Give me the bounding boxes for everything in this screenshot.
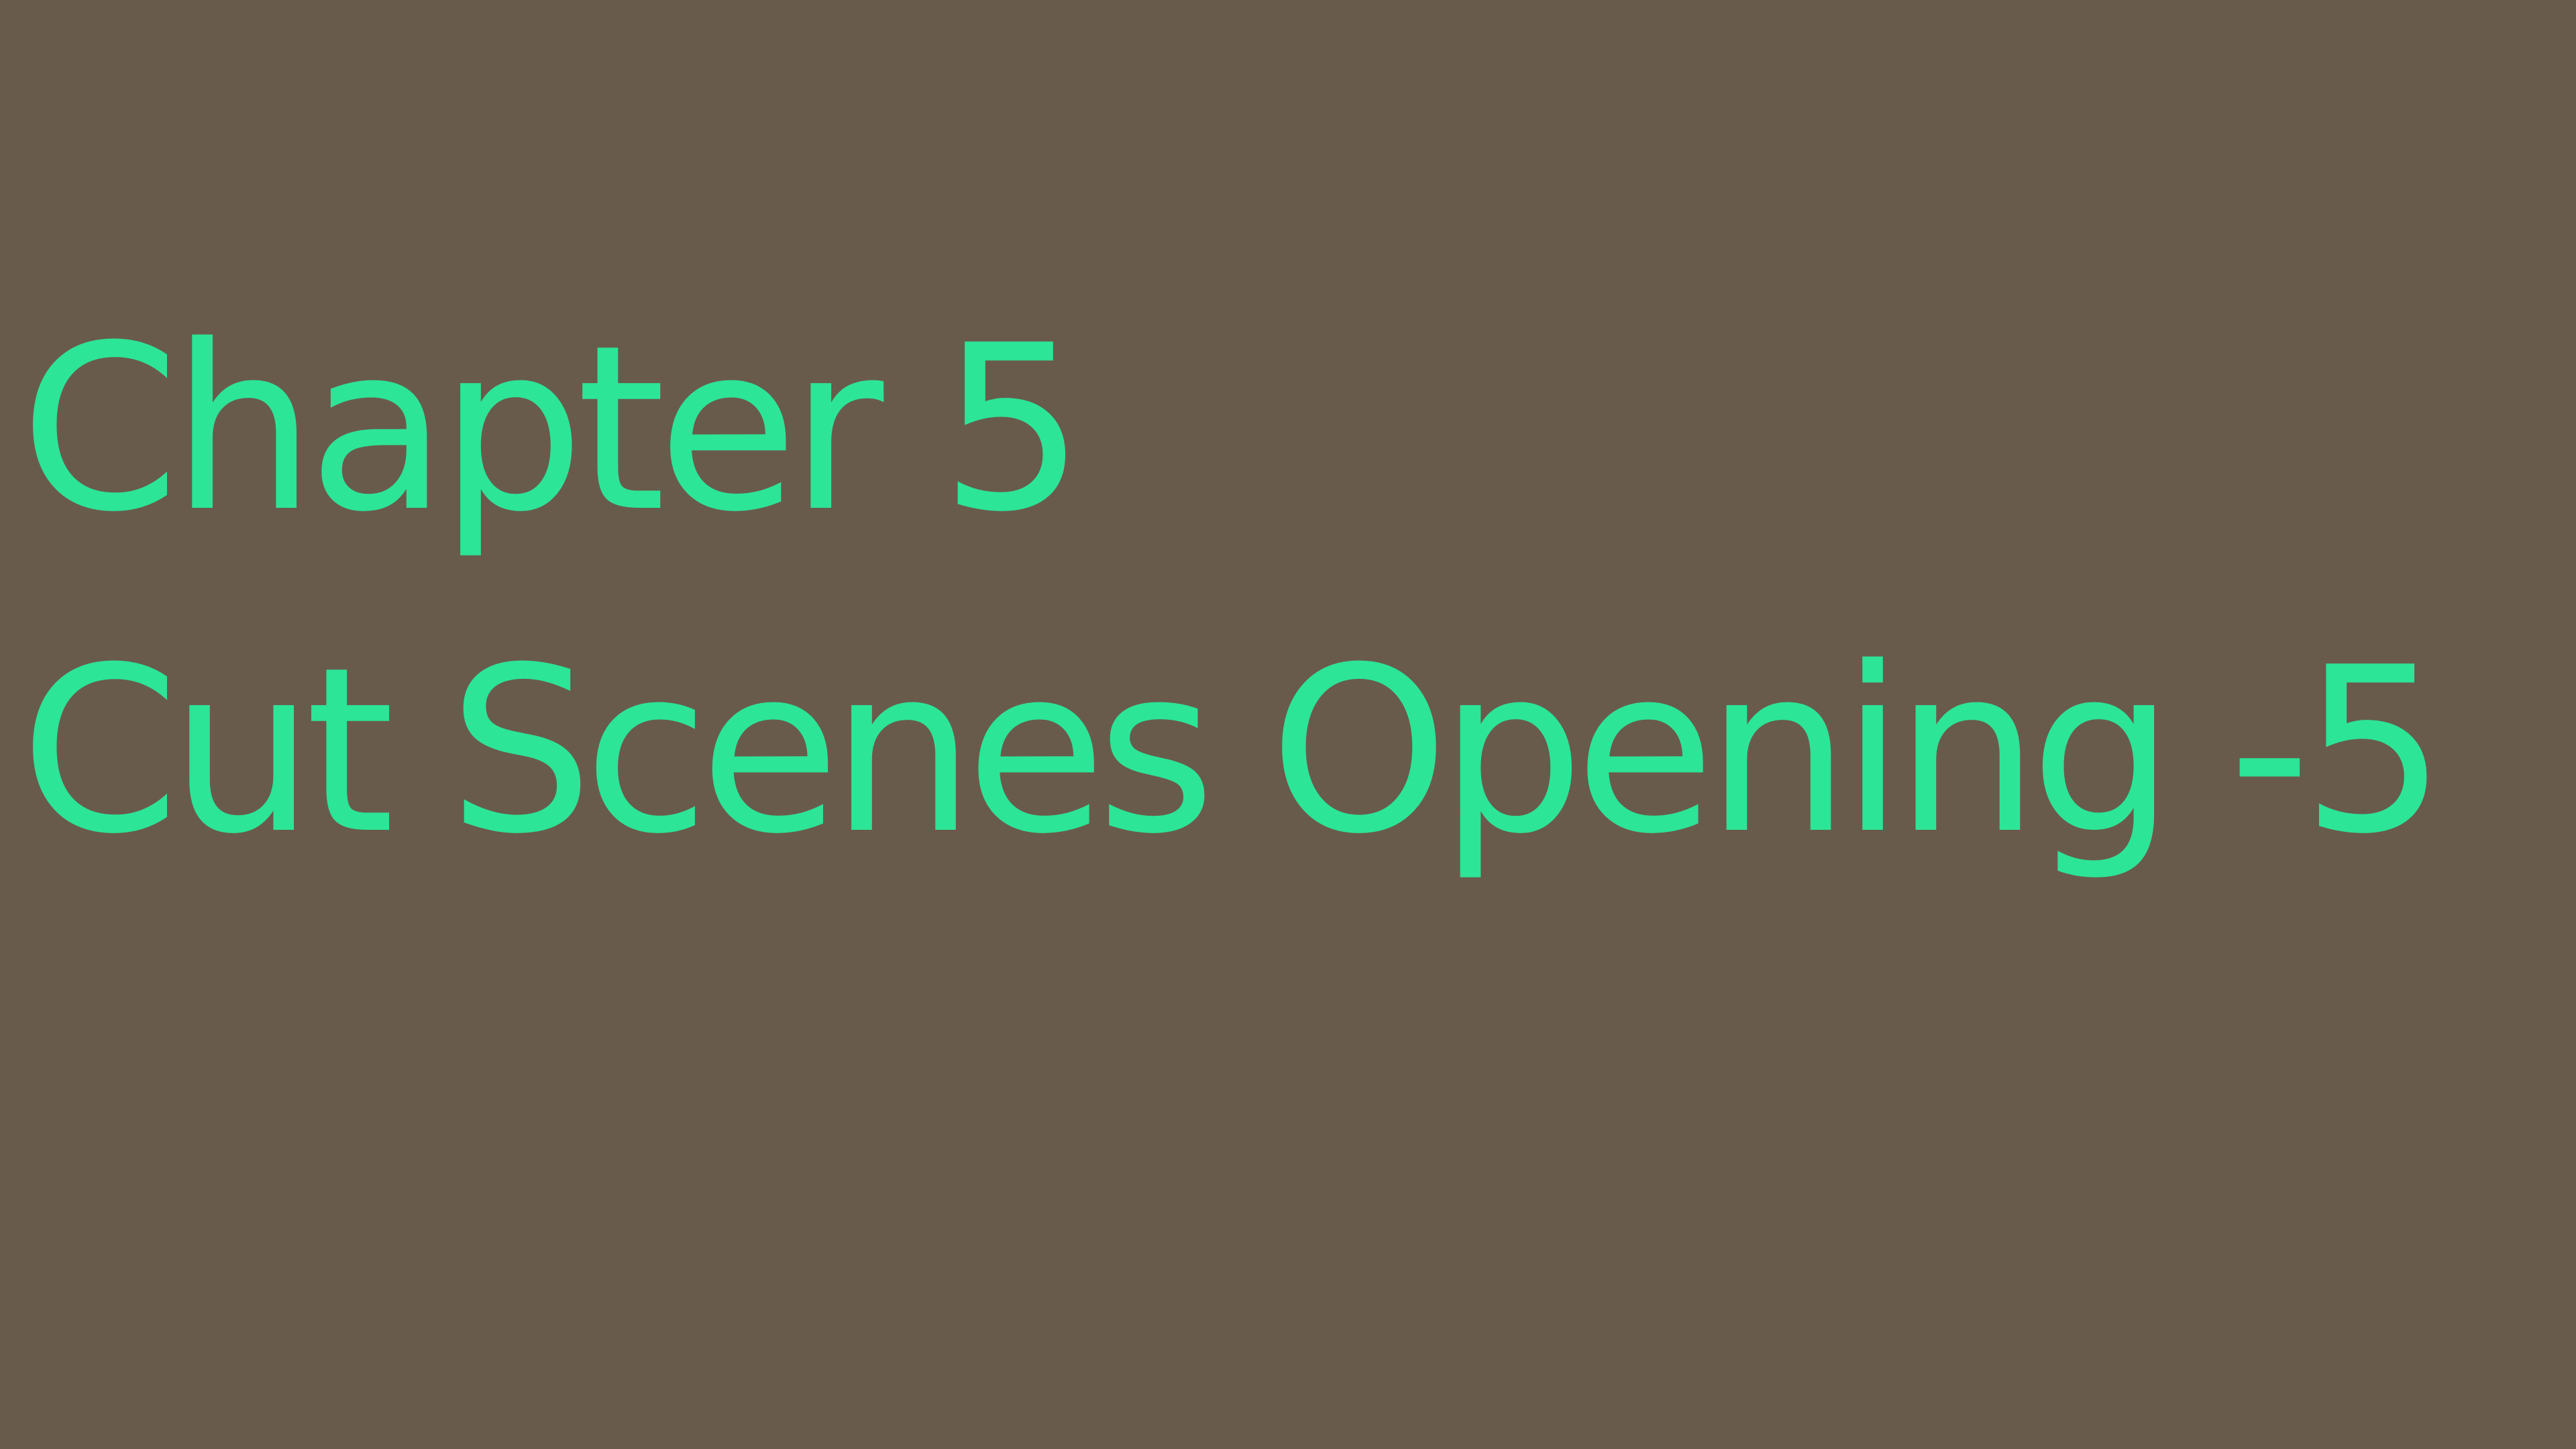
scene-subtitle: Cut Scenes Opening -5 — [20, 619, 2447, 884]
chapter-title: Chapter 5 — [20, 297, 1085, 562]
title-card: Chapter 5 Cut Scenes Opening -5 — [0, 0, 2576, 1449]
